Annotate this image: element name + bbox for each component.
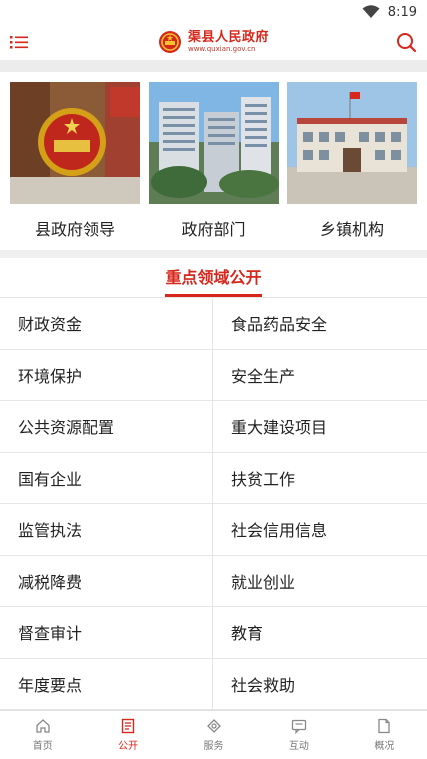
tab-overview[interactable]: 概况 xyxy=(342,711,427,759)
site-title: 渠县人民政府 xyxy=(187,30,269,45)
grid-item[interactable]: 督查审计 xyxy=(0,607,213,659)
card-township-agencies[interactable]: 乡镇机构 xyxy=(287,82,417,250)
grid-item[interactable]: 教育 xyxy=(213,607,427,659)
section-title[interactable]: 重点领域公开 xyxy=(165,264,262,297)
home-icon xyxy=(36,719,50,733)
township-photo xyxy=(287,82,417,204)
entry-cards: 县政府领导 政府部门 乡镇机构 xyxy=(0,72,427,250)
card-label: 政府部门 xyxy=(181,220,246,239)
card-label: 乡镇机构 xyxy=(319,220,384,239)
grid-item[interactable]: 重大建设项目 xyxy=(213,401,427,453)
emblem-photo xyxy=(10,82,140,204)
national-emblem-icon xyxy=(158,31,181,53)
overview-icon xyxy=(378,718,390,734)
document-icon xyxy=(121,718,135,734)
chat-icon xyxy=(291,719,307,734)
building-photo xyxy=(148,82,279,204)
tab-interact[interactable]: 互动 xyxy=(256,711,341,759)
grid-item[interactable]: 就业创业 xyxy=(213,556,427,607)
grid-item[interactable]: 财政资金 xyxy=(0,298,213,350)
app-header: 渠县人民政府 www.quxian.gov.cn xyxy=(0,24,427,60)
grid-item[interactable]: 扶贫工作 xyxy=(213,453,427,504)
grid-item[interactable]: 安全生产 xyxy=(213,350,427,401)
section-divider xyxy=(0,250,427,258)
card-county-leaders[interactable]: 县政府领导 xyxy=(10,82,140,250)
tab-label: 服务 xyxy=(203,741,224,752)
status-bar: 8:19 xyxy=(0,0,427,24)
grid-item[interactable]: 社会救助 xyxy=(213,659,427,710)
menu-icon[interactable] xyxy=(10,34,28,50)
site-logo: 渠县人民政府 www.quxian.gov.cn xyxy=(158,30,269,54)
tab-label: 互动 xyxy=(288,741,309,752)
grid-item[interactable]: 年度要点 xyxy=(0,658,213,710)
tab-label: 公开 xyxy=(118,741,139,752)
grid-item[interactable]: 公共资源配置 xyxy=(0,401,213,453)
category-grid: 财政资金 食品药品安全 环境保护 安全生产 公共资源配置 重大建设项目 国有企业… xyxy=(0,298,427,710)
section-header: 重点领域公开 xyxy=(0,258,427,298)
grid-item[interactable]: 环境保护 xyxy=(0,349,213,401)
header-divider xyxy=(0,60,427,72)
grid-item[interactable]: 食品药品安全 xyxy=(213,298,427,350)
tab-service[interactable]: 服务 xyxy=(171,711,256,759)
site-url: www.quxian.gov.cn xyxy=(187,45,256,53)
tab-home[interactable]: 首页 xyxy=(0,711,85,759)
grid-item[interactable]: 国有企业 xyxy=(0,452,213,504)
grid-item[interactable]: 减税降费 xyxy=(0,555,213,607)
card-label: 县政府领导 xyxy=(34,220,115,239)
grid-item[interactable]: 社会信用信息 xyxy=(213,504,427,556)
bottom-tab-bar: 首页 公开 服务 互动 概况 xyxy=(0,710,427,759)
tab-label: 首页 xyxy=(32,741,53,752)
wifi-icon xyxy=(362,5,380,18)
tab-public[interactable]: 公开 xyxy=(85,711,170,759)
tab-label: 概况 xyxy=(374,741,395,752)
card-gov-departments[interactable]: 政府部门 xyxy=(148,82,279,250)
status-time: 8:19 xyxy=(387,4,417,20)
service-icon xyxy=(206,719,221,733)
grid-item[interactable]: 监管执法 xyxy=(0,504,213,556)
search-icon[interactable] xyxy=(395,31,417,53)
